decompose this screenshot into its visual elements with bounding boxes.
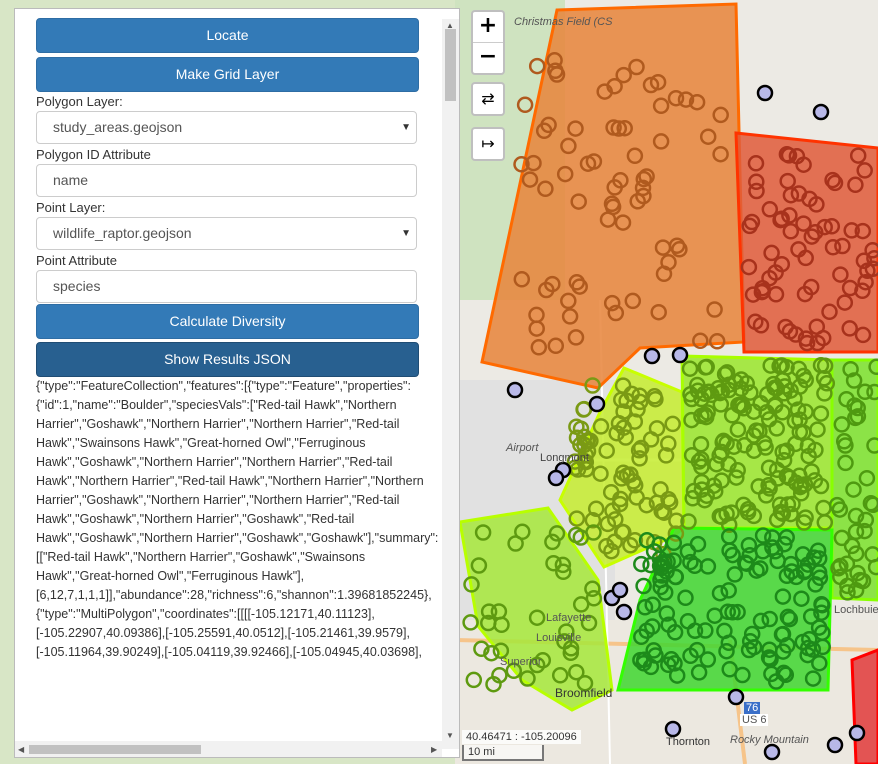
scroll-down-arrow-icon[interactable]: ▼	[446, 731, 454, 740]
scroll-up-arrow-icon[interactable]: ▲	[446, 21, 454, 30]
map-label-thornton: Thornton	[666, 736, 711, 748]
scale-bar: 10 mi	[462, 745, 544, 761]
chevron-down-icon: ▼	[401, 228, 411, 239]
polygon-id-input[interactable]: name	[36, 164, 417, 197]
zoom-out-button[interactable]: −	[473, 42, 503, 73]
map-label-christmas-field: Christmas Field (CS	[514, 16, 613, 28]
mouse-coordinates: 40.46471 : -105.20096	[462, 730, 581, 744]
raptor-point-outside	[664, 720, 682, 738]
polygon-layer-select[interactable]: study_areas.geojson ▼	[36, 111, 417, 144]
toggle-panel-icon[interactable]: ↦	[471, 127, 505, 161]
zoom-in-button[interactable]: +	[473, 12, 503, 42]
map-label-rocky-mountain: Rocky Mountain	[730, 734, 809, 746]
map-label-i76: 76	[744, 702, 761, 714]
raptor-point-outside	[671, 346, 689, 364]
raptor-point-outside	[727, 688, 745, 706]
point-layer-label: Point Layer:	[36, 200, 106, 215]
vertical-scrollbar[interactable]	[442, 19, 459, 749]
polygon-red-bottom	[850, 648, 878, 764]
map-label-louisville: Louisville	[536, 632, 582, 644]
swap-layers-icon[interactable]: ⇄	[471, 82, 505, 116]
scroll-right-arrow-icon[interactable]: ▶	[431, 745, 437, 754]
map-label-us6: US 6	[740, 714, 769, 726]
map-label-lochbuie: Lochbuie	[834, 604, 878, 616]
raptor-point-outside	[763, 743, 781, 761]
polygon-layer-label: Polygon Layer:	[36, 94, 123, 109]
map-label-superior: Superior	[500, 656, 542, 668]
raptor-point-outside	[588, 395, 606, 413]
control-panel: Locate Make Grid Layer Polygon Layer: st…	[14, 8, 460, 758]
point-attribute-label: Point Attribute	[36, 253, 117, 268]
point-layer-value: wildlife_raptor.geojson	[53, 225, 192, 241]
make-grid-layer-button[interactable]: Make Grid Layer	[36, 57, 419, 92]
show-results-json-button[interactable]: Show Results JSON	[36, 342, 419, 377]
calculate-diversity-button[interactable]: Calculate Diversity	[36, 304, 419, 339]
map-label-lafayette: Lafayette	[546, 612, 592, 624]
raptor-point-outside	[848, 724, 866, 742]
polygon-layer-value: study_areas.geojson	[53, 119, 183, 135]
raptor-point-outside	[547, 469, 565, 487]
zoom-control: + −	[471, 10, 505, 75]
chevron-down-icon: ▼	[401, 122, 411, 133]
horizontal-scroll-thumb[interactable]	[29, 745, 201, 754]
point-attribute-input[interactable]: species	[36, 270, 417, 303]
polygon-id-label: Polygon ID Attribute	[36, 147, 151, 162]
raptor-point-outside	[615, 603, 633, 621]
raptor-point-outside	[756, 84, 774, 102]
raptor-point-outside	[826, 736, 844, 754]
map-label-longmont: Longmont	[540, 452, 589, 464]
point-layer-select[interactable]: wildlife_raptor.geojson ▼	[36, 217, 417, 250]
vertical-scroll-thumb[interactable]	[445, 29, 456, 101]
raptor-point-outside	[611, 581, 629, 599]
raptor-point-outside	[643, 347, 661, 365]
map-label-airport: Airport	[506, 442, 539, 454]
raptor-point-outside	[506, 381, 524, 399]
results-json-text: {"type":"FeatureCollection","features":[…	[36, 379, 439, 659]
map-label-broomfield: Broomfield	[555, 686, 613, 700]
locate-button[interactable]: Locate	[36, 18, 419, 53]
scroll-left-arrow-icon[interactable]: ◀	[18, 745, 24, 754]
raptor-point-outside	[812, 103, 830, 121]
